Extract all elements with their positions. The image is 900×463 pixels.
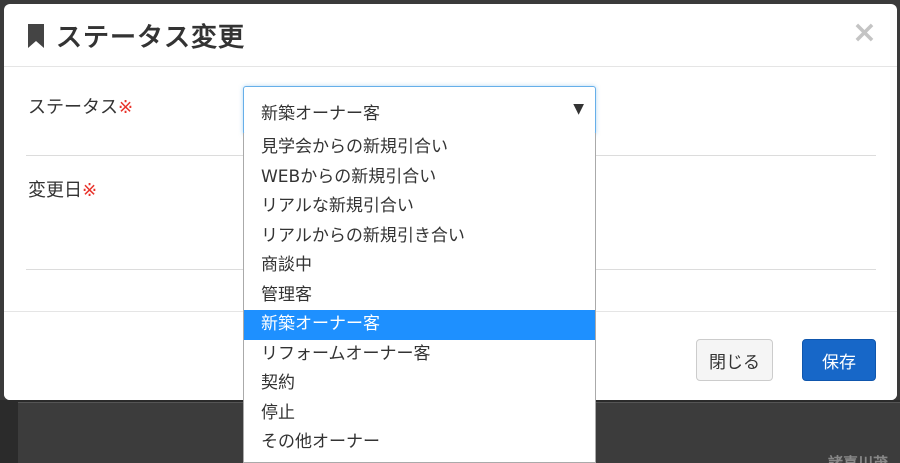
background-text: 諸喜川茂 xyxy=(827,454,888,463)
required-mark: ※ xyxy=(82,180,98,201)
status-dropdown-list: 見学会からの新規引合い WEBからの新規引合い リアルな新規引合い リアルからの… xyxy=(243,133,596,463)
chevron-down-icon: ▼ xyxy=(573,101,584,117)
dropdown-option[interactable]: リアルな新規引合い xyxy=(244,192,595,222)
required-mark: ※ xyxy=(118,97,134,118)
modal-title: ステータス変更 xyxy=(56,23,246,53)
dropdown-option[interactable]: リフォームオーナー客 xyxy=(244,340,595,370)
status-select-value: 新築オーナー客 xyxy=(261,104,380,124)
status-select[interactable]: 新築オーナー客 ▼ xyxy=(243,86,596,135)
dropdown-option[interactable]: 見学会からの新規引合い xyxy=(244,133,595,163)
modal-header: ステータス変更 × xyxy=(4,4,897,67)
dropdown-option-selected[interactable]: 新築オーナー客 xyxy=(244,310,595,340)
dropdown-option[interactable]: 停止 xyxy=(244,399,595,429)
dropdown-option[interactable]: 契約 xyxy=(244,369,595,399)
save-button[interactable]: 保存 xyxy=(802,339,876,381)
close-icon[interactable]: × xyxy=(852,18,877,48)
status-label-text: ステータス xyxy=(28,97,118,118)
status-label: ステータス※ xyxy=(28,93,133,119)
dropdown-option[interactable]: 管理客 xyxy=(244,281,595,311)
date-label: 変更日※ xyxy=(28,176,97,202)
dropdown-option[interactable]: WEBからの新規引合い xyxy=(244,163,595,193)
dropdown-option[interactable]: 商談中 xyxy=(244,251,595,281)
dropdown-option[interactable]: リアルからの新規引き合い xyxy=(244,222,595,252)
bookmark-icon xyxy=(28,24,44,48)
close-button[interactable]: 閉じる xyxy=(696,339,773,381)
date-label-text: 変更日 xyxy=(28,180,82,201)
dropdown-option[interactable]: その他オーナー xyxy=(244,428,595,458)
